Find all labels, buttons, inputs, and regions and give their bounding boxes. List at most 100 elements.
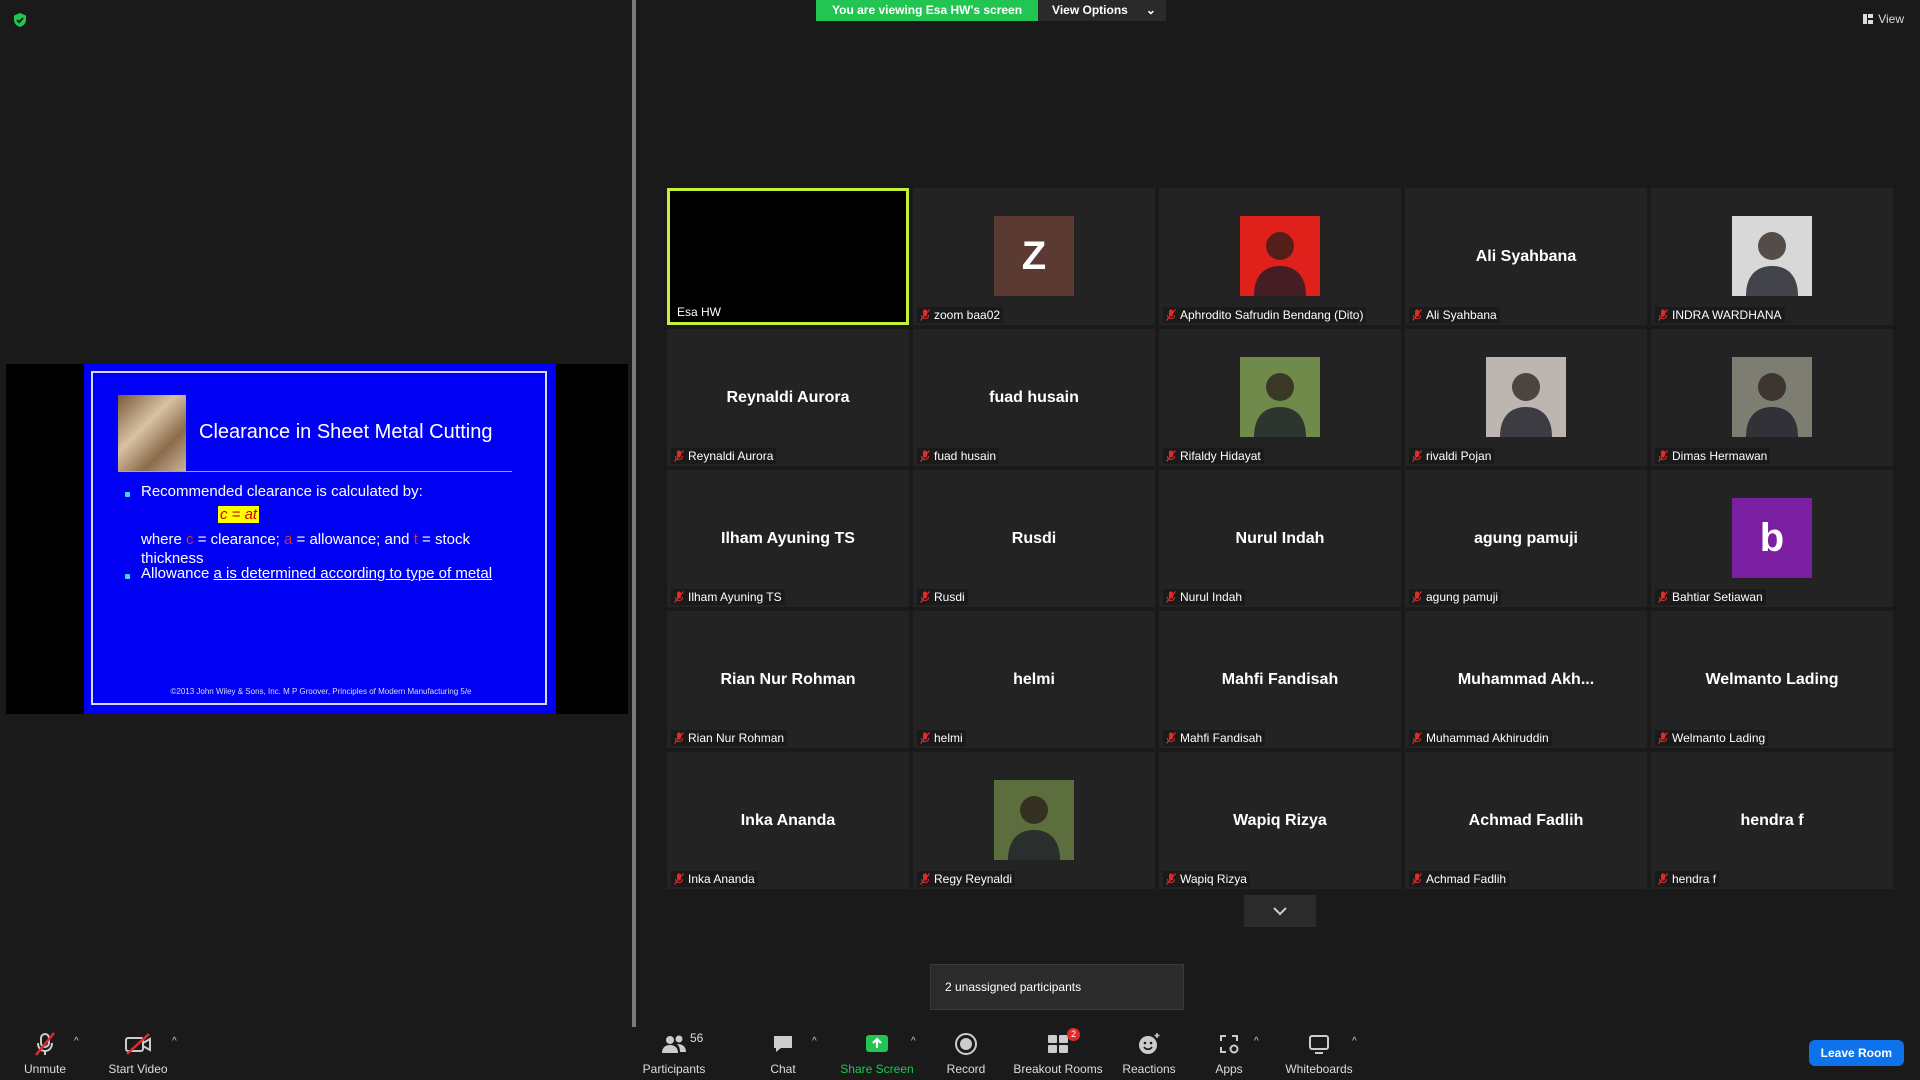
participant-tile[interactable]: Welmanto Lading Welmanto Lading <box>1651 611 1893 748</box>
mic-muted-icon <box>1412 309 1422 321</box>
record-icon <box>955 1033 977 1055</box>
participant-display-name: Reynaldi Aurora <box>726 388 850 406</box>
participant-tile[interactable]: Regy Reynaldi <box>913 752 1155 889</box>
participant-tile[interactable]: Rusdi Rusdi <box>913 470 1155 607</box>
avatar-photo <box>1486 357 1566 437</box>
slide-formula: c = at <box>218 506 260 523</box>
participant-name: Aphrodito Safrudin Bendang (Dito) <box>1180 308 1364 322</box>
share-options-caret-icon[interactable]: ^ <box>911 1036 916 1047</box>
participant-name-label: Ilham Ayuning TS <box>671 589 785 605</box>
mic-muted-icon <box>1658 450 1668 462</box>
participant-tile[interactable]: Zzoom baa02 <box>913 188 1155 325</box>
participant-tile[interactable]: Wapiq Rizya Wapiq Rizya <box>1159 752 1401 889</box>
start-video-label: Start Video <box>108 1062 168 1076</box>
share-screen-icon <box>866 1035 888 1052</box>
breakout-rooms-button[interactable]: 2 Breakout Rooms <box>1010 1028 1106 1076</box>
participant-tile[interactable]: Ilham Ayuning TS Ilham Ayuning TS <box>667 470 909 607</box>
participant-name-label: Welmanto Lading <box>1655 730 1769 746</box>
participant-tile[interactable]: Mahfi Fandisah Mahfi Fandisah <box>1159 611 1401 748</box>
participant-tile[interactable]: Inka Ananda Inka Ananda <box>667 752 909 889</box>
video-options-caret-icon[interactable]: ^ <box>172 1036 177 1047</box>
mic-muted-icon <box>1166 873 1176 885</box>
participant-name-label: Achmad Fadlih <box>1409 871 1510 887</box>
participant-tile[interactable]: Muhammad Akh... Muhammad Akhiruddin <box>1405 611 1647 748</box>
scroll-down-button[interactable] <box>1244 895 1316 927</box>
participant-name-label: Esa HW <box>674 304 725 320</box>
participant-display-name: Nurul Indah <box>1235 529 1325 547</box>
participant-tile[interactable]: helmi helmi <box>913 611 1155 748</box>
participant-name-label: Bahtiar Setiawan <box>1655 589 1766 605</box>
participant-tile[interactable]: Rifaldy Hidayat <box>1159 329 1401 466</box>
participant-name-label: Dimas Hermawan <box>1655 448 1771 464</box>
participants-button[interactable]: 56 Participants <box>626 1030 722 1076</box>
grid-view-icon <box>1863 14 1874 24</box>
participant-display-name: Rian Nur Rohman <box>720 670 856 688</box>
participant-name: INDRA WARDHANA <box>1672 308 1782 322</box>
audio-options-caret-icon[interactable]: ^ <box>74 1036 79 1047</box>
mic-muted-icon <box>1658 873 1668 885</box>
video-off-icon <box>125 1033 151 1055</box>
unmute-button[interactable]: Unmute <box>0 1030 93 1076</box>
participant-tile[interactable]: Nurul Indah Nurul Indah <box>1159 470 1401 607</box>
participant-tile[interactable]: Achmad Fadlih Achmad Fadlih <box>1405 752 1647 889</box>
bullet2-prefix: Allowance <box>141 565 210 582</box>
record-button[interactable]: Record <box>918 1030 1014 1076</box>
shared-screen[interactable]: Clearance in Sheet Metal Cutting Recomme… <box>6 364 628 714</box>
participant-tile[interactable]: Esa HW <box>667 188 909 325</box>
participant-tile[interactable]: rivaldi Pojan <box>1405 329 1647 466</box>
chat-label: Chat <box>770 1062 796 1076</box>
participant-tile[interactable]: Rian Nur Rohman Rian Nur Rohman <box>667 611 909 748</box>
slide-footer: ©2013 John Wiley & Sons, Inc. M P Groove… <box>170 687 472 696</box>
apps-options-caret-icon[interactable]: ^ <box>1254 1036 1259 1047</box>
avatar-photo <box>1732 357 1812 437</box>
mic-muted-icon <box>674 450 684 462</box>
leave-room-button[interactable]: Leave Room <box>1808 1040 1904 1066</box>
participant-display-name: Ali Syahbana <box>1475 247 1577 265</box>
mic-muted-icon <box>674 591 684 603</box>
unassigned-participants-toast[interactable]: 2 unassigned participants <box>930 964 1184 1010</box>
view-options-label: View Options <box>1052 3 1128 17</box>
mic-muted-icon <box>1166 591 1176 603</box>
participant-name: Muhammad Akhiruddin <box>1426 731 1549 745</box>
chevron-down-icon <box>1273 907 1287 916</box>
whiteboard-options-caret-icon[interactable]: ^ <box>1352 1036 1357 1047</box>
participant-tile[interactable]: Reynaldi Aurora Reynaldi Aurora <box>667 329 909 466</box>
viewing-banner: You are viewing Esa HW's screen View Opt… <box>816 0 1166 21</box>
participant-tile[interactable]: Ali Syahbana Ali Syahbana <box>1405 188 1647 325</box>
viewing-label: You are viewing Esa HW's screen <box>816 0 1039 21</box>
participant-display-name: agung pamuji <box>1474 529 1578 547</box>
apps-icon <box>1220 1035 1239 1054</box>
avatar: b <box>1732 498 1812 578</box>
participant-tile[interactable]: Dimas Hermawan <box>1651 329 1893 466</box>
person-silhouette-icon <box>1500 373 1552 437</box>
chat-options-caret-icon[interactable]: ^ <box>812 1036 817 1047</box>
bullet2-underlined: a is determined according to type of met… <box>213 565 493 582</box>
reactions-smiley-icon <box>1139 1033 1160 1054</box>
participant-name: Rusdi <box>934 590 965 604</box>
view-label: View <box>1878 12 1904 26</box>
participants-icon <box>662 1035 686 1053</box>
participant-tile[interactable]: Aphrodito Safrudin Bendang (Dito) <box>1159 188 1401 325</box>
view-button[interactable]: View <box>1863 12 1904 26</box>
apps-button[interactable]: Apps <box>1181 1030 1277 1076</box>
participant-tile[interactable]: b Bahtiar Setiawan <box>1651 470 1893 607</box>
whiteboards-label: Whiteboards <box>1285 1062 1353 1076</box>
participant-tile[interactable]: fuad husain fuad husain <box>913 329 1155 466</box>
participant-name-label: hendra f <box>1655 871 1720 887</box>
participant-name-label: fuad husain <box>917 448 1000 464</box>
participant-display-name: hendra f <box>1740 811 1804 829</box>
mic-muted-icon <box>920 309 930 321</box>
split-divider-handle[interactable] <box>632 0 636 1027</box>
participant-grid: Esa HW Zzoom baa02 Aphrodito Safrudin Bend… <box>667 188 1893 889</box>
security-shield-icon[interactable] <box>12 12 28 28</box>
slide-frame: Clearance in Sheet Metal Cutting Recomme… <box>91 371 547 705</box>
participant-tile[interactable]: hendra f hendra f <box>1651 752 1893 889</box>
participant-tile[interactable]: agung pamuji agung pamuji <box>1405 470 1647 607</box>
participant-name: zoom baa02 <box>934 308 1001 322</box>
record-label: Record <box>946 1062 986 1076</box>
participant-display-name: Ilham Ayuning TS <box>721 529 855 547</box>
participant-tile[interactable]: INDRA WARDHANA <box>1651 188 1893 325</box>
participant-name: hendra f <box>1672 872 1717 886</box>
view-options-button[interactable]: View Options ⌄ <box>1038 0 1166 21</box>
participant-name: Wapiq Rizya <box>1180 872 1247 886</box>
